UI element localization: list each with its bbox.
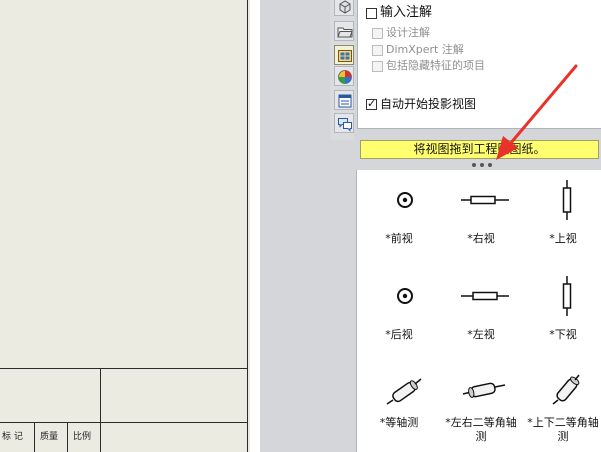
splitter-grip[interactable] — [488, 163, 492, 167]
top-view-icon — [562, 180, 572, 220]
dimxpert-annotations-checkbox — [372, 45, 383, 56]
view-dimetric-left-right[interactable]: *左右二等角轴测 — [441, 366, 521, 446]
view-right[interactable]: *右视 — [441, 178, 521, 258]
title-block-label-mass: 质量 — [40, 432, 59, 442]
view-label: *上下二等角轴测 — [527, 416, 599, 443]
view-label: *下视 — [549, 328, 577, 341]
title-block-line — [0, 422, 248, 423]
right-view-icon — [461, 195, 509, 205]
left-view-icon — [461, 291, 509, 301]
design-annotations-label: 设计注解 — [386, 26, 430, 39]
view-palette-options: 输入注解 设计注解 DimXpert 注解 包括隐藏特征的项目 自动开始投影视图 — [357, 0, 601, 129]
sheet-gap — [250, 0, 260, 452]
isometric-view-icon — [386, 378, 422, 405]
tab-custom-properties[interactable] — [334, 90, 354, 110]
appearance-icon — [338, 70, 352, 84]
splitter-grip[interactable] — [480, 163, 484, 167]
part-icon — [339, 0, 351, 14]
hidden-features-label: 包括隐藏特征的项目 — [386, 59, 485, 72]
view-palette-grid: *前视 *右视 *上视 *后视 *左视 *下视 *等轴测 *左右二等角轴测 *上… — [356, 170, 601, 452]
property-list-icon — [338, 94, 352, 108]
view-label: *右视 — [467, 232, 495, 245]
title-block-line — [67, 422, 68, 452]
folder-icon — [337, 27, 353, 38]
hint-area: 将视图拖到工程图图纸。 — [356, 136, 601, 167]
view-label: *后视 — [385, 328, 413, 341]
bottom-view-icon — [562, 276, 572, 316]
drawing-sheet[interactable] — [0, 0, 250, 452]
front-view-icon — [397, 192, 413, 208]
view-isometric[interactable]: *等轴测 — [359, 366, 439, 446]
tab-part[interactable] — [334, 0, 354, 16]
auto-projected-view-label: 自动开始投影视图 — [380, 97, 477, 111]
splitter-grip[interactable] — [472, 163, 476, 167]
title-block-line — [0, 368, 248, 369]
auto-projected-view-checkbox[interactable] — [366, 97, 377, 110]
tab-appearances[interactable] — [334, 66, 354, 86]
view-label: *前视 — [385, 232, 413, 245]
view-label: *左右二等角轴测 — [445, 416, 517, 443]
view-back[interactable]: *后视 — [359, 274, 439, 354]
dimetric-tb-view-icon — [552, 374, 580, 405]
sheet-border — [247, 0, 248, 452]
view-palette-icon — [338, 50, 352, 62]
callout-icon — [338, 118, 352, 132]
view-bottom[interactable]: *下视 — [523, 274, 601, 354]
tab-forum[interactable] — [334, 113, 354, 133]
dimxpert-annotations-label: DimXpert 注解 — [386, 43, 464, 56]
drag-hint: 将视图拖到工程图图纸。 — [360, 140, 599, 159]
hidden-features-checkbox — [372, 61, 383, 72]
view-label: *上视 — [549, 232, 577, 245]
tab-file-explorer[interactable] — [334, 21, 354, 41]
view-label: *左视 — [467, 328, 495, 341]
back-view-icon — [397, 288, 413, 304]
view-front[interactable]: *前视 — [359, 178, 439, 258]
dimetric-lr-view-icon — [462, 382, 506, 398]
import-annotations-label: 输入注解 — [380, 5, 433, 20]
design-annotations-checkbox — [372, 28, 383, 39]
import-annotations-checkbox[interactable] — [366, 8, 377, 19]
view-left[interactable]: *左视 — [441, 274, 521, 354]
view-dimetric-top-bottom[interactable]: *上下二等角轴测 — [523, 366, 601, 446]
title-block-label-scale: 比例 — [73, 432, 92, 442]
view-top[interactable]: *上视 — [523, 178, 601, 258]
tab-view-palette[interactable] — [334, 45, 354, 65]
title-block-line — [34, 422, 35, 452]
view-label: *等轴测 — [379, 416, 419, 429]
title-block-line — [100, 368, 101, 452]
title-block-label-mark: 标 记 — [2, 432, 23, 442]
